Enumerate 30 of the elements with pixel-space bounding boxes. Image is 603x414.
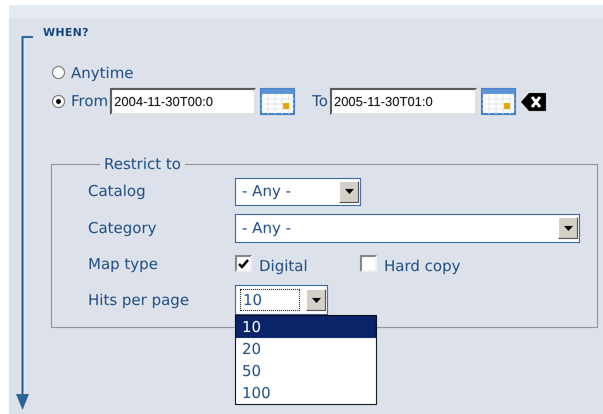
- field-label: Catalog: [88, 181, 147, 202]
- date-field[interactable]: 2004-11-30T00:0: [110, 88, 256, 115]
- dropdown-option[interactable]: 20: [236, 338, 376, 360]
- caret-icon: [564, 226, 572, 230]
- calendar-icon[interactable]: [480, 88, 516, 115]
- radio-button[interactable]: [52, 66, 65, 80]
- radio-label: From: [71, 91, 108, 112]
- section-heading: WHEN?: [42, 25, 89, 41]
- field-label: Category: [88, 218, 158, 239]
- calendar-icon[interactable]: [260, 88, 296, 115]
- checkbox[interactable]: [360, 255, 377, 272]
- checkbox-label: Digital: [259, 256, 308, 276]
- radio-label: Anytime: [71, 62, 134, 84]
- clear-icon[interactable]: [520, 92, 546, 110]
- checkbox-label: Hard copy: [384, 256, 460, 276]
- caret-icon: [344, 189, 354, 194]
- category-dropdown[interactable]: - Any -: [235, 214, 580, 242]
- field-label: Map type: [88, 254, 159, 274]
- dropdown-option[interactable]: 50: [236, 360, 376, 382]
- panel-legend: Restrict to: [100, 153, 185, 176]
- dropdown-option[interactable]: 100: [236, 382, 376, 404]
- date-field[interactable]: 2005-11-30T01:0: [330, 88, 477, 115]
- caret-icon: [312, 298, 320, 302]
- hits-dropdown[interactable]: 10: [235, 285, 328, 315]
- radio-button[interactable]: [52, 95, 65, 108]
- checkbox[interactable]: [235, 255, 252, 272]
- field-label: Hits per page: [88, 290, 190, 311]
- to-label: To: [312, 91, 328, 112]
- catalog-dropdown[interactable]: - Any -: [235, 178, 361, 206]
- dropdown-option[interactable]: 10: [236, 316, 376, 338]
